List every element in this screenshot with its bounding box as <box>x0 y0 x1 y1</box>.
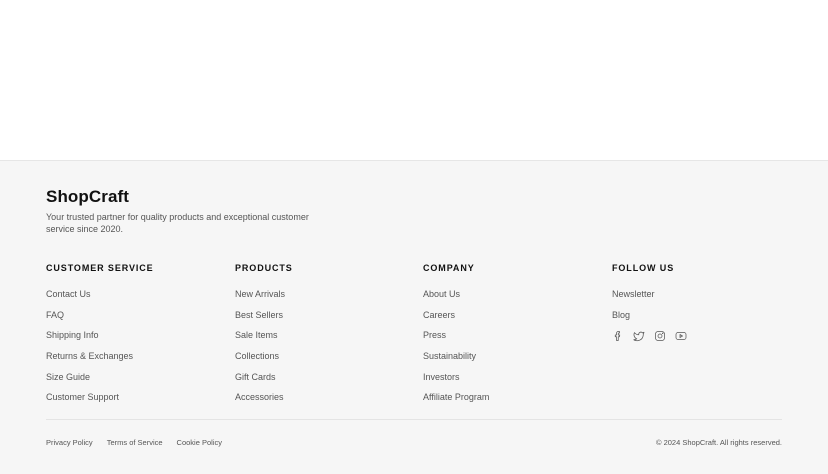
youtube-icon[interactable] <box>675 330 687 342</box>
footer-link-accessories[interactable]: Accessories <box>235 392 293 403</box>
footer-link-shipping-info[interactable]: Shipping Info <box>46 330 154 341</box>
footer-link-customer-support[interactable]: Customer Support <box>46 392 154 403</box>
footer-link-careers[interactable]: Careers <box>423 310 489 321</box>
copyright-notice: © 2024 ShopCraft. All rights reserved. <box>655 438 782 447</box>
footer-link-best-sellers[interactable]: Best Sellers <box>235 310 293 321</box>
footer-column-customer-service: CUSTOMER SERVICE Contact Us FAQ Shipping… <box>46 263 154 413</box>
privacy-policy-link[interactable]: Privacy Policy <box>46 438 93 448</box>
brand-name: ShopCraft <box>46 187 130 206</box>
footer-link-about-us[interactable]: About Us <box>423 289 489 300</box>
twitter-icon[interactable] <box>633 330 645 342</box>
footer-link-new-arrivals[interactable]: New Arrivals <box>235 289 293 300</box>
footer-link-gift-cards[interactable]: Gift Cards <box>235 372 293 383</box>
legal-links: Privacy Policy Terms of Service Cookie P… <box>46 438 222 448</box>
footer-link-investors[interactable]: Investors <box>423 372 489 383</box>
footer-link-newsletter[interactable]: Newsletter <box>612 289 687 300</box>
facebook-icon[interactable] <box>612 330 624 342</box>
footer-link-sale-items[interactable]: Sale Items <box>235 330 293 341</box>
instagram-icon[interactable] <box>654 330 666 342</box>
footer-column-products: PRODUCTS New Arrivals Best Sellers Sale … <box>235 263 293 413</box>
footer-link-sustainability[interactable]: Sustainability <box>423 351 489 362</box>
footer-link-size-guide[interactable]: Size Guide <box>46 372 154 383</box>
column-heading: PRODUCTS <box>235 263 293 273</box>
site-footer: ShopCraft Your trusted partner for quali… <box>0 160 828 474</box>
column-heading: COMPANY <box>423 263 475 273</box>
footer-link-press[interactable]: Press <box>423 330 489 341</box>
footer-link-faq[interactable]: FAQ <box>46 310 154 321</box>
column-heading: CUSTOMER SERVICE <box>46 263 154 273</box>
footer-link-blog[interactable]: Blog <box>612 310 687 321</box>
footer-link-collections[interactable]: Collections <box>235 351 293 362</box>
footer-link-affiliate-program[interactable]: Affiliate Program <box>423 392 489 403</box>
terms-of-service-link[interactable]: Terms of Service <box>107 438 163 448</box>
column-heading: FOLLOW US <box>612 263 675 273</box>
footer-column-company: COMPANY About Us Careers Press Sustainab… <box>423 263 489 413</box>
footer-divider <box>46 419 782 420</box>
brand-tagline: Your trusted partner for quality product… <box>46 212 309 234</box>
footer-link-contact-us[interactable]: Contact Us <box>46 289 154 300</box>
social-icons <box>612 330 687 342</box>
footer-link-returns-exchanges[interactable]: Returns & Exchanges <box>46 351 154 362</box>
page-content-area <box>0 0 828 160</box>
cookie-policy-link[interactable]: Cookie Policy <box>177 438 222 448</box>
footer-column-follow-us: FOLLOW US Newsletter Blog <box>612 263 687 342</box>
